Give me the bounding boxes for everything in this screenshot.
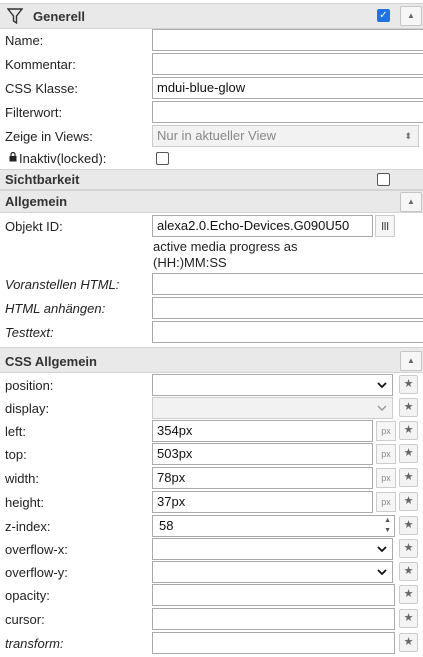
position-select[interactable] <box>152 374 393 396</box>
star-icon[interactable]: ★ <box>399 398 418 417</box>
display-select[interactable] <box>152 397 393 419</box>
width-unit[interactable]: px <box>376 468 396 488</box>
star-icon[interactable]: ★ <box>399 421 418 440</box>
star-icon[interactable]: ★ <box>399 633 418 652</box>
css-klasse-input[interactable]: mdui-blue-glow <box>152 77 423 99</box>
lock-icon <box>9 152 17 162</box>
star-icon[interactable]: ★ <box>399 492 418 511</box>
views-label: Zeige in Views: <box>5 129 93 144</box>
views-select-value: Nur in aktueller View <box>157 128 276 143</box>
width-label: width: <box>5 471 39 486</box>
top-unit[interactable]: px <box>376 444 396 464</box>
transform-input[interactable] <box>152 632 395 654</box>
height-unit[interactable]: px <box>376 492 396 512</box>
kommentar-input[interactable] <box>152 53 423 75</box>
inaktiv-label: Inaktiv(locked): <box>19 151 107 166</box>
chevron-up-icon[interactable]: ▲ <box>400 192 422 212</box>
zindex-value: 58 <box>159 518 174 533</box>
sichtbarkeit-checkbox[interactable] <box>377 173 390 186</box>
filter-icon <box>7 8 23 25</box>
kommentar-label: Kommentar: <box>5 57 76 72</box>
allgemein-header[interactable]: Allgemein ▲ <box>0 190 423 213</box>
testtext-input[interactable] <box>152 321 423 343</box>
generell-toggle-checkbox[interactable]: ✓ <box>377 9 390 22</box>
overflowy-select[interactable] <box>152 561 393 583</box>
top-input[interactable]: 503px <box>152 443 373 465</box>
objekt-id-label: Objekt ID: <box>5 219 63 234</box>
height-label: height: <box>5 495 45 510</box>
select-updown-icon: ⬍ <box>404 131 412 141</box>
anhaengen-input[interactable] <box>152 297 423 319</box>
cursor-label: cursor: <box>5 612 45 627</box>
objekt-id-input[interactable]: alexa2.0.Echo-Devices.G090U50 <box>152 215 373 237</box>
star-icon[interactable]: ★ <box>399 516 418 535</box>
chevron-down-icon <box>377 382 387 389</box>
objekt-note-line-2: (HH:)MM:SS <box>153 255 227 270</box>
overflowy-label: overflow-y: <box>5 565 68 580</box>
star-icon[interactable]: ★ <box>399 375 418 394</box>
section-title-generell: Generell <box>33 9 86 24</box>
position-label: position: <box>5 378 54 393</box>
chevron-down-icon <box>377 405 387 411</box>
star-icon[interactable]: ★ <box>399 444 418 463</box>
width-input[interactable]: 78px <box>152 467 373 489</box>
views-select[interactable]: Nur in aktueller View ⬍ <box>152 125 419 147</box>
chevron-down-icon <box>377 546 387 553</box>
name-input[interactable] <box>152 29 423 51</box>
inaktiv-checkbox[interactable] <box>156 152 169 165</box>
zindex-label: z-index: <box>5 519 51 534</box>
objekt-id-note: active media progress as (HH:)MM:SS <box>153 239 298 271</box>
star-icon[interactable]: ★ <box>399 562 418 581</box>
css-allgemein-header[interactable]: CSS Allgemein ▲ <box>0 347 423 373</box>
chevron-up-icon[interactable]: ▲ <box>400 351 422 371</box>
left-unit[interactable]: px <box>376 421 396 441</box>
star-icon[interactable]: ★ <box>399 539 418 558</box>
chevron-up-icon[interactable]: ▲ <box>400 6 422 26</box>
cursor-input[interactable] <box>152 608 395 630</box>
filterwort-label: Filterwort: <box>5 105 63 120</box>
css-klasse-label: CSS Klasse: <box>5 81 78 96</box>
anhaengen-label: HTML anhängen: <box>5 301 106 316</box>
overflowx-select[interactable] <box>152 538 393 560</box>
chevron-down-icon <box>377 569 387 576</box>
height-input[interactable]: 37px <box>152 491 373 513</box>
name-label: Name: <box>5 33 44 48</box>
transform-label: transform: <box>5 636 64 651</box>
opacity-label: opacity: <box>5 588 50 603</box>
display-label: display: <box>5 401 50 416</box>
overflowx-label: overflow-x: <box>5 542 68 557</box>
star-icon[interactable]: ★ <box>399 609 418 628</box>
zindex-input[interactable]: 58 ▲ ▼ <box>152 515 395 537</box>
sichtbarkeit-header[interactable]: Sichtbarkeit <box>0 169 423 190</box>
filterwort-input[interactable] <box>152 101 423 123</box>
list-icon[interactable] <box>375 215 395 237</box>
voranstellen-label: Voranstellen HTML: <box>5 277 120 292</box>
section-title-css-allgemein: CSS Allgemein <box>5 354 97 369</box>
section-title-allgemein: Allgemein <box>5 194 68 209</box>
generell-header[interactable]: Generell ✓ ▲ <box>0 3 423 29</box>
left-input[interactable]: 354px <box>152 420 373 442</box>
section-title-sichtbarkeit: Sichtbarkeit <box>5 172 80 187</box>
testtext-label: Testtext: <box>5 325 54 340</box>
star-icon[interactable]: ★ <box>399 468 418 487</box>
opacity-input[interactable] <box>152 584 395 606</box>
top-label: top: <box>5 447 27 462</box>
voranstellen-input[interactable] <box>152 273 423 295</box>
left-label: left: <box>5 424 26 439</box>
star-icon[interactable]: ★ <box>399 585 418 604</box>
objekt-note-line-1: active media progress as <box>153 239 298 254</box>
stepper-icon[interactable]: ▲ ▼ <box>384 516 391 536</box>
